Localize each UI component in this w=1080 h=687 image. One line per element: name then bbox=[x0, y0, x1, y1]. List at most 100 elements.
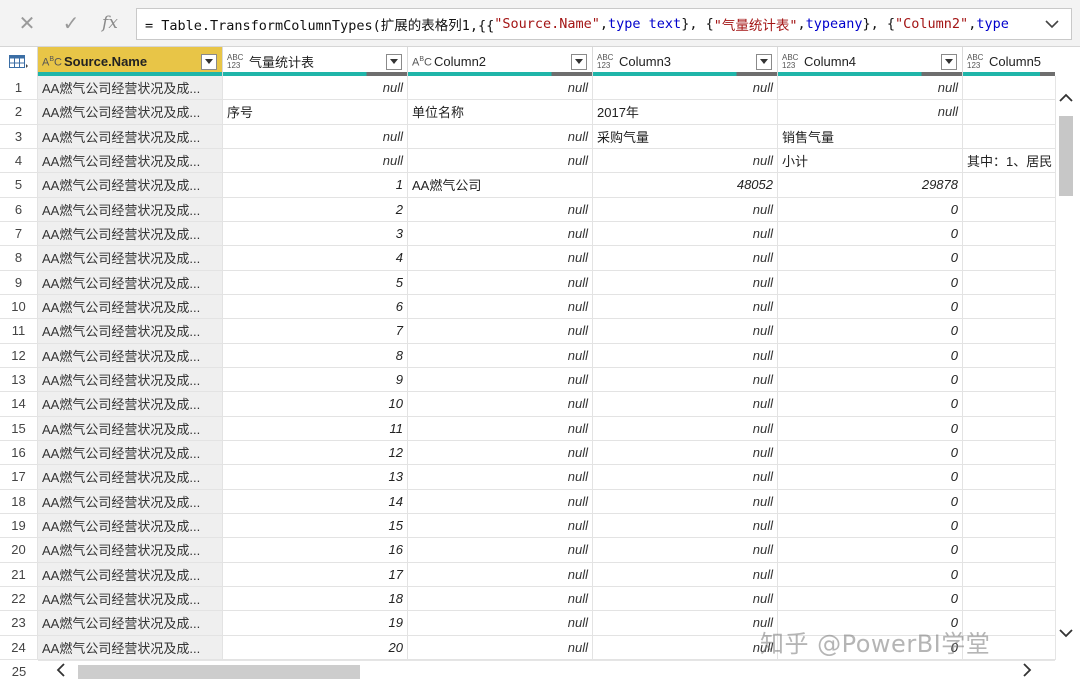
table-cell[interactable]: AA燃气公司经营状况及成... bbox=[38, 611, 223, 635]
any-type-icon[interactable]: ABC 123 bbox=[227, 53, 243, 70]
table-cell[interactable]: null bbox=[778, 76, 963, 100]
table-cell[interactable]: 销售气量 bbox=[778, 124, 963, 148]
table-cell[interactable]: 0 bbox=[778, 465, 963, 489]
table-cell[interactable] bbox=[963, 417, 1055, 440]
table-cell[interactable]: null bbox=[408, 416, 593, 440]
table-cell[interactable]: AA燃气公司经营状况及成... bbox=[38, 148, 223, 173]
filter-dropdown-icon[interactable] bbox=[386, 53, 402, 70]
table-cell[interactable]: null bbox=[593, 513, 778, 538]
row-number[interactable]: 1 bbox=[0, 76, 38, 100]
table-cell[interactable]: 0 bbox=[778, 367, 963, 392]
column-header[interactable]: ABC Source.Name bbox=[38, 47, 223, 76]
chevron-up-icon[interactable] bbox=[1056, 90, 1076, 106]
table-cell[interactable]: 48052 bbox=[593, 173, 778, 197]
table-cell[interactable]: null bbox=[408, 513, 593, 538]
table-cell[interactable]: 0 bbox=[778, 440, 963, 465]
table-cell[interactable]: null bbox=[408, 611, 593, 635]
chevron-right-icon[interactable] bbox=[1022, 662, 1032, 682]
table-cell[interactable] bbox=[963, 490, 1055, 513]
table-cell[interactable] bbox=[963, 125, 1055, 148]
table-cell[interactable]: null bbox=[593, 586, 778, 611]
table-cell[interactable]: null bbox=[593, 148, 778, 173]
table-cell[interactable]: 5 bbox=[223, 270, 408, 294]
chevron-left-icon[interactable] bbox=[56, 662, 66, 682]
table-cell[interactable]: null bbox=[593, 367, 778, 392]
row-number[interactable]: 18 bbox=[0, 489, 38, 513]
table-cell[interactable]: null bbox=[593, 76, 778, 100]
table-cell[interactable]: null bbox=[593, 392, 778, 416]
row-number[interactable]: 19 bbox=[0, 513, 38, 538]
table-cell[interactable]: 0 bbox=[778, 343, 963, 367]
table-cell[interactable] bbox=[963, 587, 1055, 610]
filter-dropdown-icon[interactable] bbox=[571, 53, 587, 70]
table-cell[interactable]: null bbox=[408, 586, 593, 611]
table-cell[interactable]: 1 bbox=[223, 173, 408, 197]
filter-dropdown-icon[interactable] bbox=[756, 53, 772, 70]
table-cell[interactable]: null bbox=[408, 124, 593, 148]
table-cell[interactable]: 采购气量 bbox=[593, 124, 778, 148]
table-cell[interactable] bbox=[963, 76, 1055, 99]
table-cell[interactable]: AA燃气公司经营状况及成... bbox=[38, 440, 223, 465]
table-cell[interactable]: null bbox=[408, 635, 593, 659]
table-cell[interactable]: 17 bbox=[223, 562, 408, 586]
any-type-icon[interactable]: ABC 123 bbox=[967, 53, 983, 70]
filter-dropdown-icon[interactable] bbox=[201, 53, 217, 70]
table-cell[interactable]: 20 bbox=[223, 635, 408, 659]
table-cell[interactable]: 18 bbox=[223, 586, 408, 611]
table-cell[interactable]: null bbox=[408, 343, 593, 367]
formula-input[interactable]: = Table.TransformColumnTypes(扩展的表格列1,{{"… bbox=[136, 8, 1072, 40]
table-cell[interactable]: null bbox=[593, 294, 778, 319]
table-cell[interactable]: null bbox=[593, 538, 778, 562]
table-cell[interactable]: null bbox=[408, 319, 593, 343]
chevron-down-icon[interactable] bbox=[1056, 626, 1076, 642]
table-cell[interactable]: 4 bbox=[223, 246, 408, 270]
table-cell[interactable]: 29878 bbox=[778, 173, 963, 197]
table-cell[interactable] bbox=[963, 271, 1055, 294]
table-cell[interactable]: 7 bbox=[223, 319, 408, 343]
row-number[interactable]: 11 bbox=[0, 319, 38, 343]
column-header[interactable]: ABC Column2 bbox=[408, 47, 593, 76]
row-number[interactable]: 17 bbox=[0, 465, 38, 489]
close-icon[interactable]: ✕ bbox=[12, 8, 42, 38]
table-cell[interactable]: AA燃气公司经营状况及成... bbox=[38, 489, 223, 513]
table-cell[interactable]: AA燃气公司经营状况及成... bbox=[38, 294, 223, 319]
row-number[interactable]: 24 bbox=[0, 635, 38, 659]
table-cell[interactable]: 13 bbox=[223, 465, 408, 489]
table-cell[interactable]: null bbox=[408, 148, 593, 173]
table-cell[interactable] bbox=[963, 319, 1055, 342]
table-cell[interactable]: 0 bbox=[778, 513, 963, 538]
row-number[interactable]: 2 bbox=[0, 100, 38, 124]
table-cell[interactable]: null bbox=[593, 635, 778, 659]
table-cell[interactable]: AA燃气公司经营状况及成... bbox=[38, 246, 223, 270]
column-header[interactable]: ABC 123 Column4 bbox=[778, 47, 963, 76]
table-cell[interactable]: AA燃气公司经营状况及成... bbox=[38, 416, 223, 440]
table-cell[interactable]: AA燃气公司经营状况及成... bbox=[38, 513, 223, 538]
table-cell[interactable]: 14 bbox=[223, 489, 408, 513]
table-cell[interactable]: null bbox=[223, 124, 408, 148]
table-cell[interactable]: AA燃气公司经营状况及成... bbox=[38, 221, 223, 246]
table-cell[interactable] bbox=[963, 392, 1055, 415]
table-cell[interactable]: 0 bbox=[778, 197, 963, 221]
row-number[interactable]: 20 bbox=[0, 538, 38, 562]
table-cell[interactable]: null bbox=[408, 392, 593, 416]
text-type-icon[interactable]: ABC bbox=[42, 56, 62, 68]
row-number[interactable]: 13 bbox=[0, 367, 38, 392]
table-cell[interactable]: 0 bbox=[778, 586, 963, 611]
filter-dropdown-icon[interactable] bbox=[941, 53, 957, 70]
table-cell[interactable]: null bbox=[408, 489, 593, 513]
table-cell[interactable]: AA燃气公司经营状况及成... bbox=[38, 586, 223, 611]
table-cell[interactable]: 0 bbox=[778, 221, 963, 246]
table-cell[interactable]: 0 bbox=[778, 489, 963, 513]
row-number[interactable]: 16 bbox=[0, 440, 38, 465]
table-cell[interactable]: AA燃气公司 bbox=[408, 173, 593, 197]
table-cell[interactable]: AA燃气公司经营状况及成... bbox=[38, 319, 223, 343]
table-cell[interactable]: 15 bbox=[223, 513, 408, 538]
table-cell[interactable]: null bbox=[593, 197, 778, 221]
table-cell[interactable]: null bbox=[408, 246, 593, 270]
table-cell[interactable]: AA燃气公司经营状况及成... bbox=[38, 76, 223, 100]
table-cell[interactable]: 0 bbox=[778, 562, 963, 586]
table-cell[interactable]: null bbox=[593, 246, 778, 270]
row-number[interactable]: 7 bbox=[0, 221, 38, 246]
table-cell[interactable]: null bbox=[223, 148, 408, 173]
table-cell[interactable]: 3 bbox=[223, 221, 408, 246]
